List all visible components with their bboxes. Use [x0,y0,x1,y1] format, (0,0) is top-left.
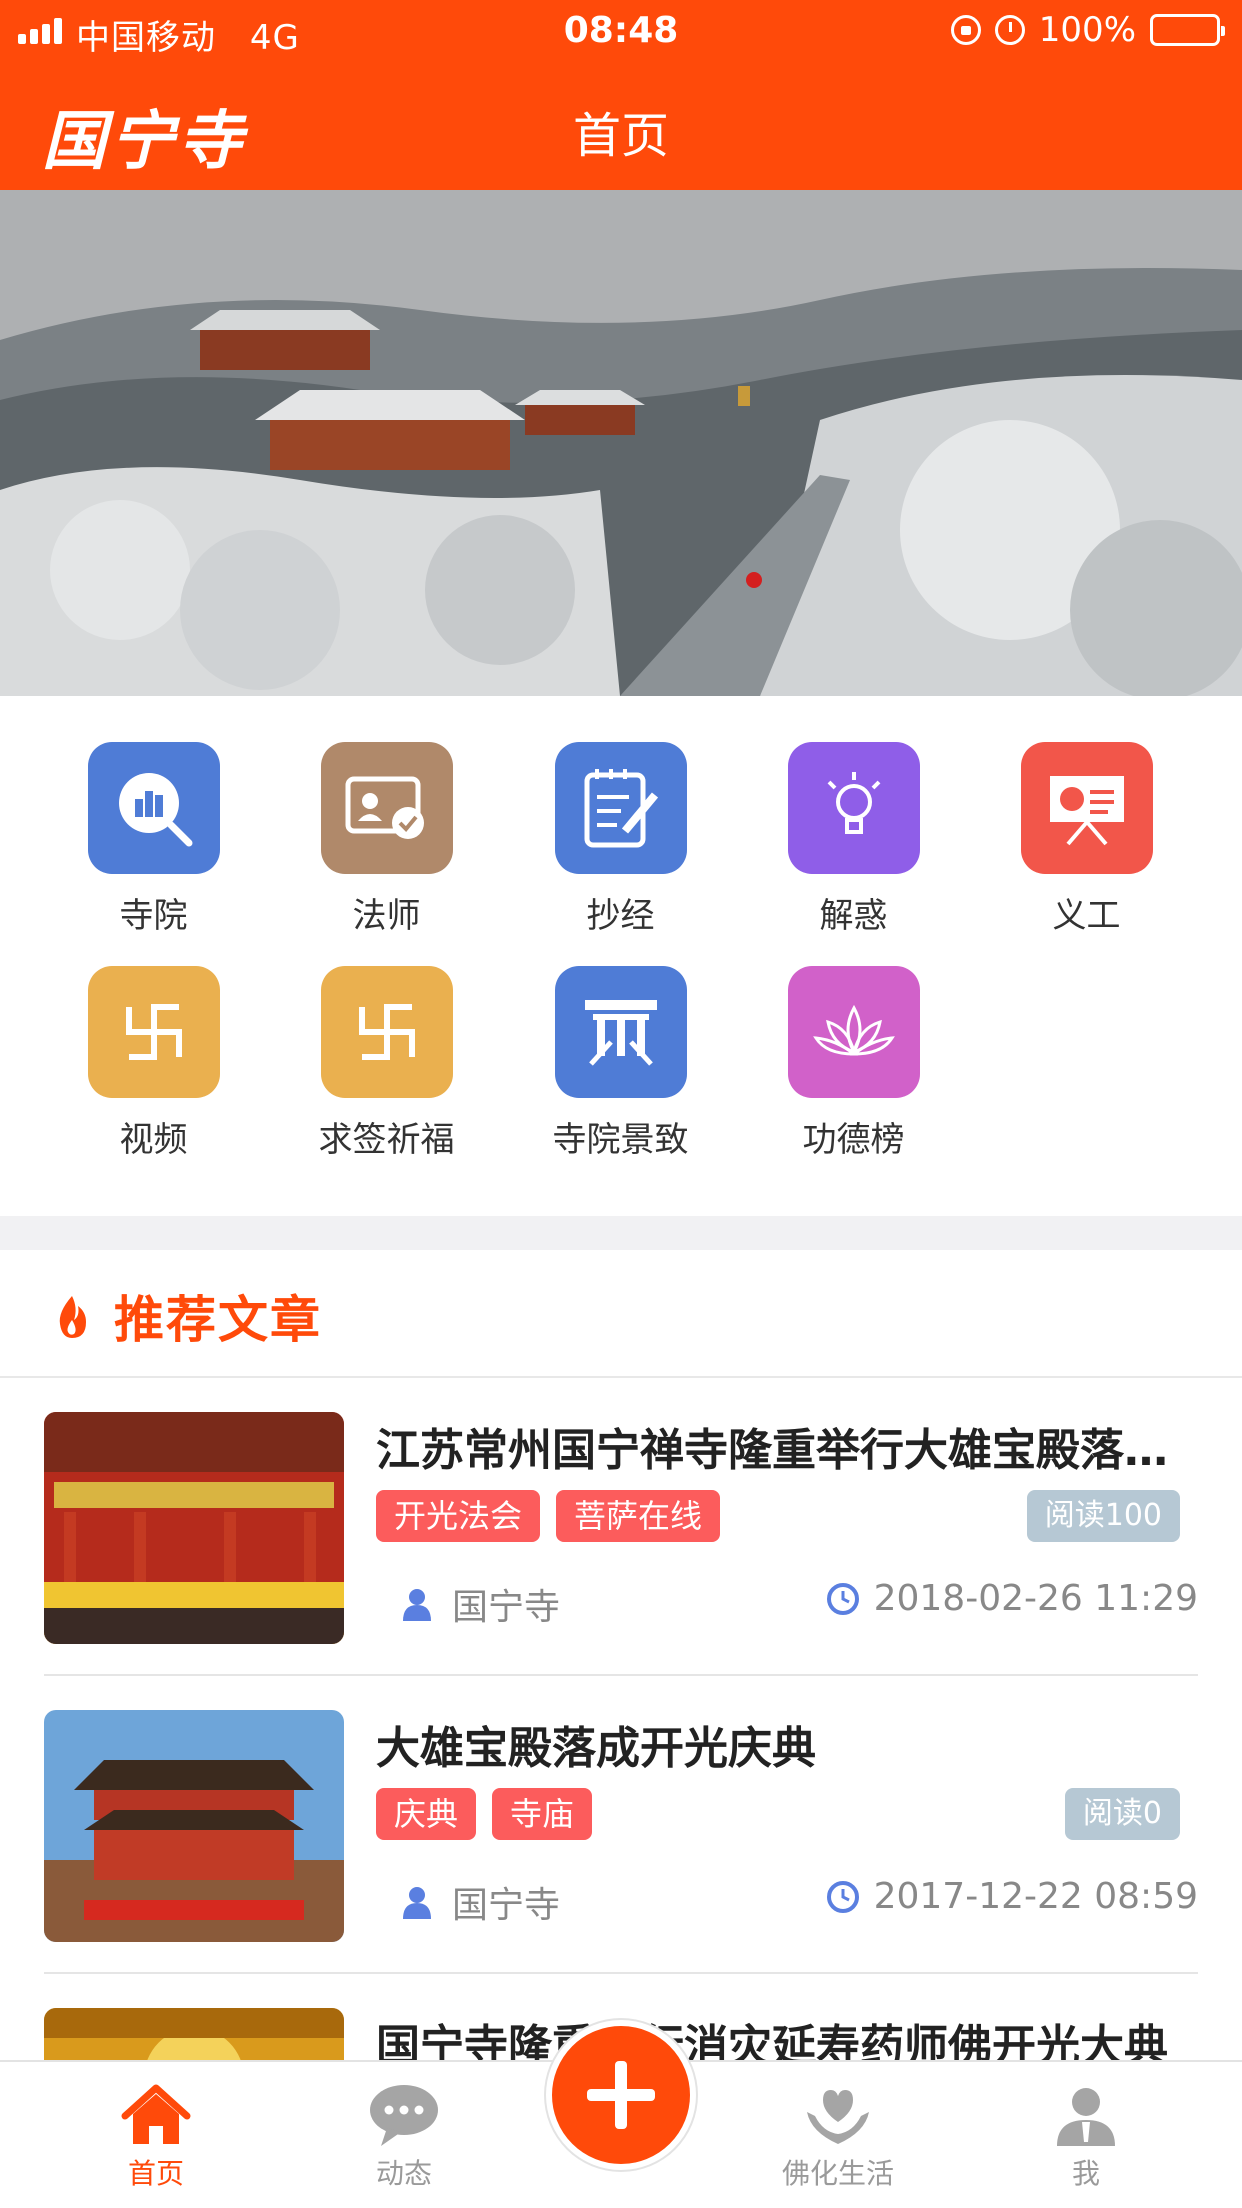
battery-icon [1150,14,1225,46]
article-tag[interactable]: 寺庙 [492,1788,593,1840]
article-author: 国宁寺 [402,1578,560,1630]
certificate-icon [320,742,453,874]
user-icon [403,1887,431,1919]
menu-label: 功德榜 [802,1120,905,1160]
tab-label: 佛化生活 [781,2157,894,2190]
menu-item-temple[interactable]: 寺院 [37,696,270,936]
heart-hands-icon [807,2090,869,2144]
user-icon [403,1589,431,1621]
menu-label: 寺院景致 [552,1120,689,1160]
clock-icon [826,1880,859,1913]
top-bar: 中国移动 4G 08:48 100% 国宁寺 首页 [0,0,1242,190]
article-tag[interactable]: 庆典 [376,1788,477,1840]
banner-image [0,190,1242,696]
author-name: 国宁寺 [452,1885,561,1926]
article-date: 2017-12-22 08:59 [826,1876,1198,1917]
article-thumbnail [44,1412,344,1644]
recommended-articles-header: 推荐文章 [0,1250,1242,1378]
swastika-icon [87,966,220,1098]
temple-search-icon [87,742,220,874]
tab-feed[interactable]: 动态 [280,2062,528,2208]
menu-item-qa[interactable]: 解惑 [737,696,970,936]
author-name: 国宁寺 [452,1587,561,1628]
date-text: 2017-12-22 08:59 [873,1876,1198,1917]
menu-item-video[interactable]: 视频 [37,920,270,1160]
presentation-board-icon [1020,742,1153,874]
article-author: 国宁寺 [402,1876,560,1928]
home-icon [121,2084,191,2144]
article-tag[interactable]: 菩萨在线 [556,1490,721,1542]
alarm-icon [994,15,1025,45]
menu-item-scenery[interactable]: 寺院景致 [504,920,737,1160]
section-title: 推荐文章 [114,1291,322,1349]
menu-label: 义工 [1052,896,1121,936]
tab-home[interactable]: 首页 [32,2062,280,2208]
article-thumbnail [44,1710,344,1942]
article-item[interactable]: 江苏常州国宁禅寺隆重举行大雄宝殿落成开光法会 开光法会 菩萨在线 阅读100 国… [44,1378,1198,1676]
tab-me[interactable]: 我 [962,2062,1210,2208]
tab-buddhist-life[interactable]: 佛化生活 [714,2062,962,2208]
read-count-badge: 阅读0 [1064,1788,1180,1840]
menu-item-master[interactable]: 法师 [270,696,503,936]
rotation-lock-icon [950,15,981,45]
add-button[interactable] [546,2020,696,2170]
menu-label: 求签祈福 [318,1120,455,1160]
page-title: 首页 [572,108,669,164]
article-tag[interactable]: 开光法会 [376,1490,541,1542]
article-title: 江苏常州国宁禅寺隆重举行大雄宝殿落成开光法会 [376,1425,1198,1476]
menu-item-divination[interactable]: 求签祈福 [270,920,503,1160]
menu-item-copy-sutra[interactable]: 抄经 [504,696,737,936]
article-tags: 开光法会 菩萨在线 [376,1490,721,1542]
swastika-icon [320,966,453,1098]
tab-label: 动态 [375,2157,432,2190]
status-bar: 中国移动 4G 08:48 100% [0,0,1242,62]
plus-icon [587,2061,655,2129]
status-indicators: 100% [950,10,1225,50]
article-tags: 庆典 寺庙 [376,1788,593,1840]
temple-gate-icon [554,966,687,1098]
section-divider [0,1216,1242,1250]
feature-grid: 寺院 法师 抄经 解惑 义工 视频 求签祈福 寺院景致 功德榜 [0,696,1242,1216]
read-count-badge: 阅读100 [1026,1490,1180,1542]
lightbulb-icon [787,742,920,874]
flame-icon [59,1296,86,1338]
date-text: 2018-02-26 11:29 [873,1578,1198,1619]
article-date: 2018-02-26 11:29 [826,1578,1198,1619]
notepad-pen-icon [554,742,687,874]
clock-icon [826,1582,859,1615]
tab-label: 我 [1071,2157,1100,2190]
article-title: 大雄宝殿落成开光庆典 [376,1723,816,1774]
chat-bubble-icon [370,2085,438,2146]
menu-item-merit-list[interactable]: 功德榜 [737,920,970,1160]
battery-percent: 100% [1038,10,1136,50]
user-icon [1057,2088,1115,2146]
menu-label: 视频 [119,1120,188,1160]
article-item[interactable]: 大雄宝殿落成开光庆典 庆典 寺庙 阅读0 国宁寺 2017-12-22 08:5… [44,1676,1198,1974]
banner-carousel[interactable] [0,190,1242,696]
menu-item-volunteer[interactable]: 义工 [970,696,1203,936]
tab-label: 首页 [127,2157,184,2190]
lotus-icon [787,966,920,1098]
